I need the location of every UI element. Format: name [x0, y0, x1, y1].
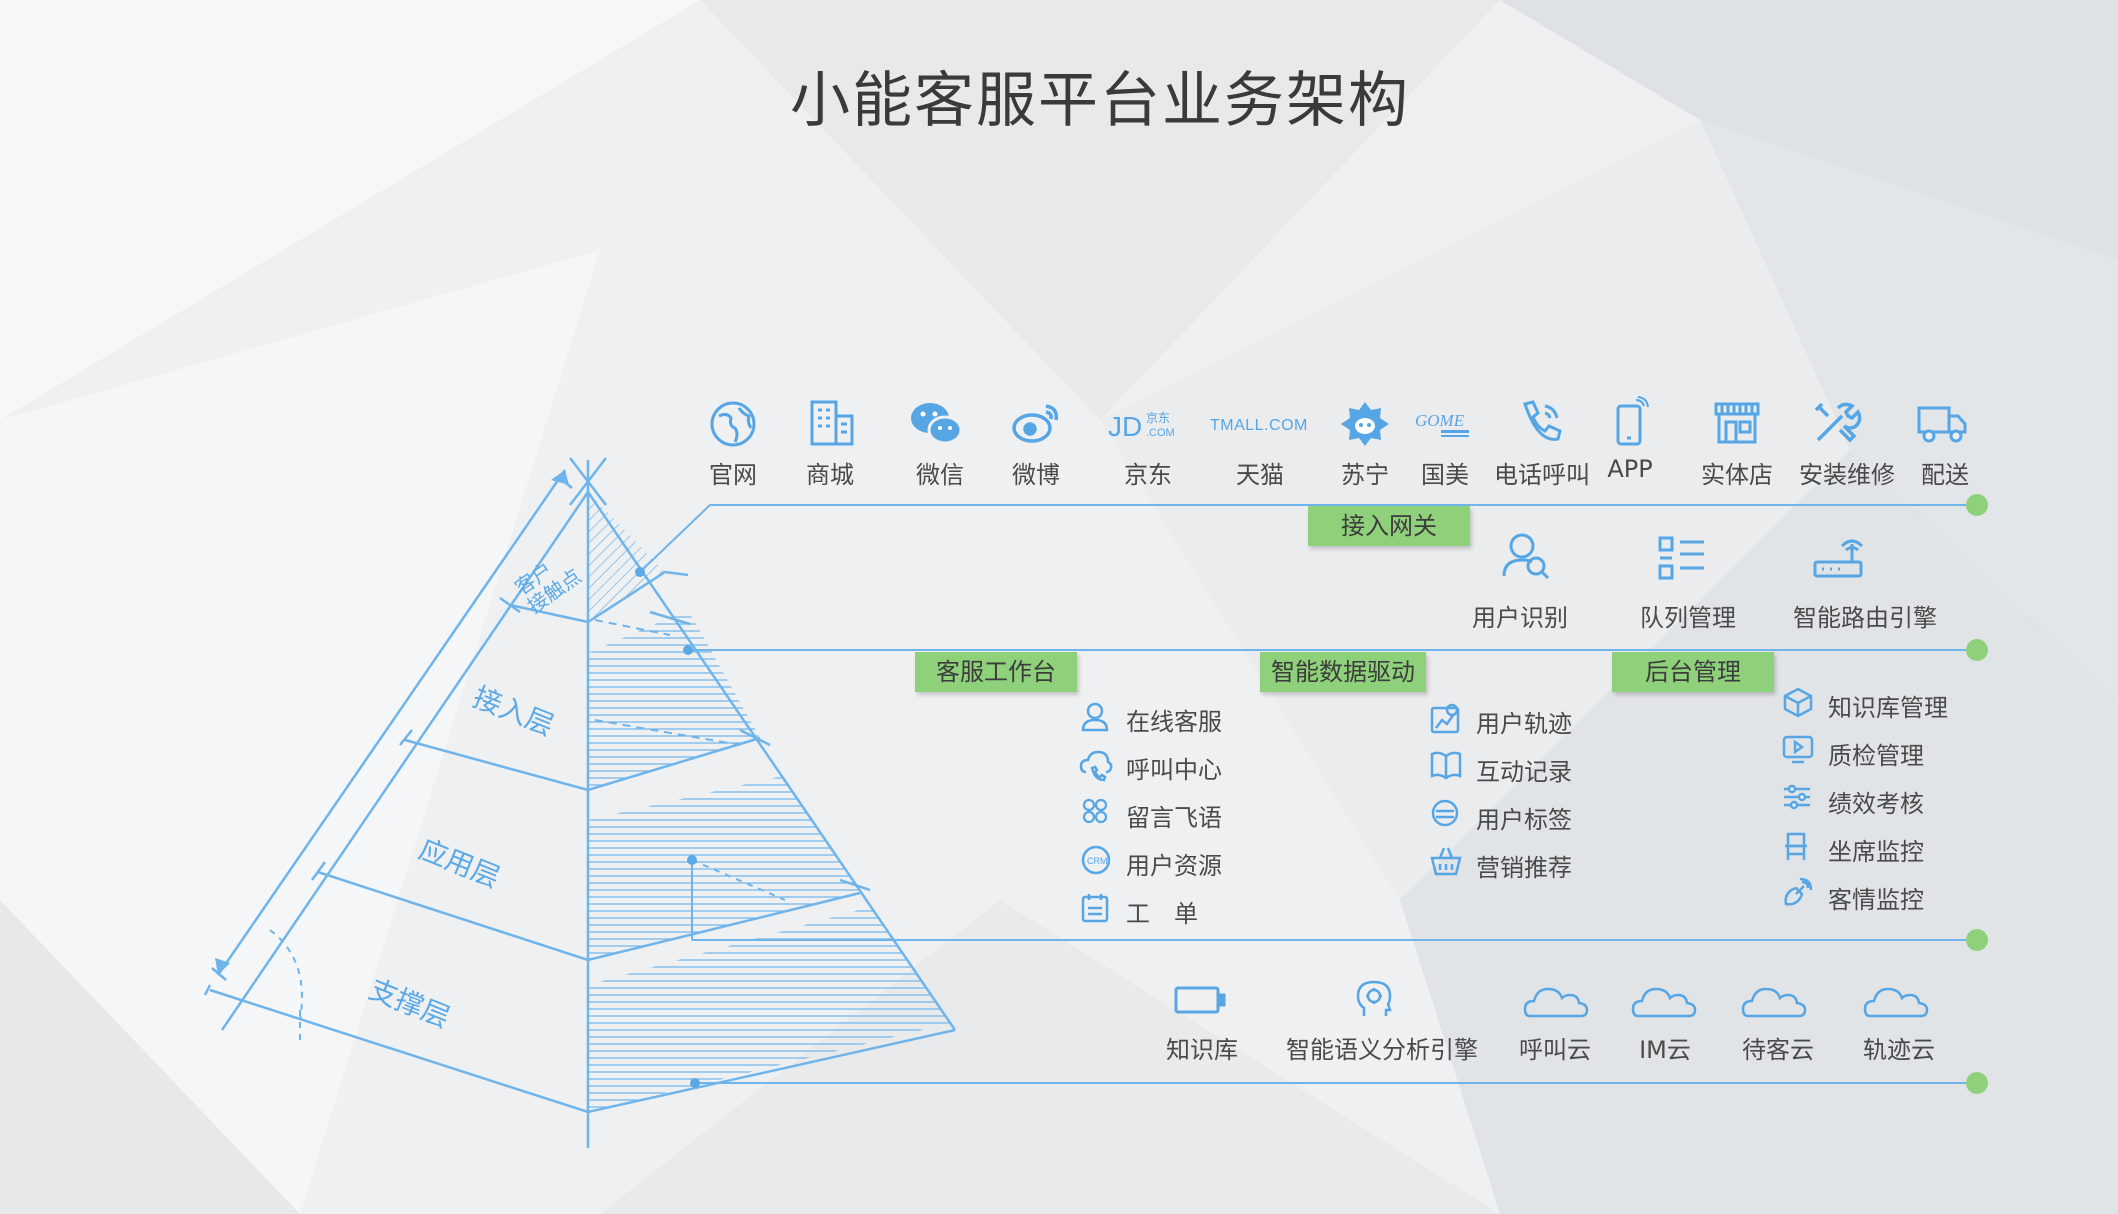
agent-icon	[1080, 700, 1110, 732]
gateway-item-label: 智能路由引擎	[1793, 604, 1937, 632]
channel-label: 苏宁	[1341, 461, 1389, 489]
svg-text:GOME: GOME	[1415, 411, 1465, 430]
channel-label: 微博	[1012, 461, 1060, 489]
box-icon	[1782, 686, 1814, 718]
play-icon	[1782, 734, 1814, 764]
cloud-icon	[1631, 986, 1697, 1018]
channel-label: 实体店	[1701, 461, 1773, 489]
wechat-icon	[910, 400, 963, 446]
tools-icon	[1812, 400, 1862, 446]
support-label: 待客云	[1742, 1036, 1814, 1064]
channel-label: 天猫	[1236, 461, 1284, 489]
line-end-dot	[1966, 639, 1988, 661]
weibo-icon	[1012, 400, 1062, 446]
pyramid-face-contact	[588, 492, 665, 622]
router-icon	[1812, 532, 1864, 582]
gateway-item-label: 用户识别	[1472, 604, 1568, 632]
form-icon	[1080, 892, 1110, 924]
gateway-tag: 接入网关	[1308, 506, 1470, 546]
list-icon	[1658, 536, 1706, 582]
brain-icon	[1356, 980, 1392, 1020]
svg-text:TMALL.COM: TMALL.COM	[1210, 417, 1308, 434]
phone-icon	[1515, 398, 1565, 448]
cloud-icon	[1523, 986, 1589, 1018]
seat-icon	[1782, 830, 1810, 862]
mobile-icon	[1614, 396, 1649, 448]
message-icon	[1080, 796, 1110, 826]
svg-text:JD: JD	[1108, 411, 1142, 442]
workbench-tag: 客服工作台	[915, 652, 1077, 692]
svg-text:.COM: .COM	[1146, 427, 1175, 439]
suning-logo-icon	[1340, 400, 1390, 448]
line-end-dot	[1966, 929, 1988, 951]
svg-text:京东: 京东	[1146, 411, 1170, 425]
building-icon	[808, 398, 856, 448]
globe-icon	[709, 400, 757, 448]
tmall-logo-icon: TMALL.COM	[1210, 412, 1308, 436]
sliders-icon	[1782, 782, 1812, 812]
battery-icon	[1173, 984, 1227, 1016]
channel-label: 安装维修	[1799, 461, 1895, 489]
cloud-icon	[1741, 986, 1807, 1018]
crm-icon: CRM	[1080, 844, 1112, 876]
svg-text:CRM: CRM	[1087, 856, 1108, 866]
channel-label: 国美	[1421, 461, 1469, 489]
line-end-dot	[1966, 1072, 1988, 1094]
backend-tag: 后台管理	[1612, 652, 1774, 692]
jd-logo-icon: JD 京东 .COM	[1108, 408, 1180, 442]
channel-label: 配送	[1921, 461, 1969, 489]
cloud-icon	[1863, 986, 1929, 1018]
channel-label: 电话呼叫	[1494, 461, 1590, 489]
channel-label: APP	[1607, 455, 1653, 483]
user-search-icon	[1502, 530, 1550, 582]
tag-user-icon	[1430, 798, 1460, 828]
support-label: 知识库	[1166, 1036, 1238, 1064]
channel-label: 商城	[806, 461, 854, 489]
gateway-item-label: 队列管理	[1640, 604, 1736, 632]
truck-icon	[1916, 404, 1968, 444]
line-end-dot	[1966, 494, 1988, 516]
support-label: 智能语义分析引擎	[1286, 1036, 1478, 1064]
gome-logo-icon: GOME	[1415, 410, 1475, 440]
channel-label: 微信	[916, 461, 964, 489]
channel-label: 京东	[1124, 461, 1172, 489]
support-label: 呼叫云	[1519, 1036, 1591, 1064]
book-icon	[1430, 750, 1462, 780]
cloud-phone-icon	[1079, 748, 1113, 782]
satellite-icon	[1782, 877, 1813, 908]
data-driven-tag: 智能数据驱动	[1260, 652, 1426, 692]
support-label: 轨迹云	[1863, 1036, 1935, 1064]
channel-label: 官网	[709, 461, 757, 489]
store-icon	[1712, 400, 1762, 446]
track-icon	[1430, 702, 1460, 734]
support-label: IM云	[1639, 1036, 1691, 1064]
basket-icon	[1430, 846, 1462, 876]
